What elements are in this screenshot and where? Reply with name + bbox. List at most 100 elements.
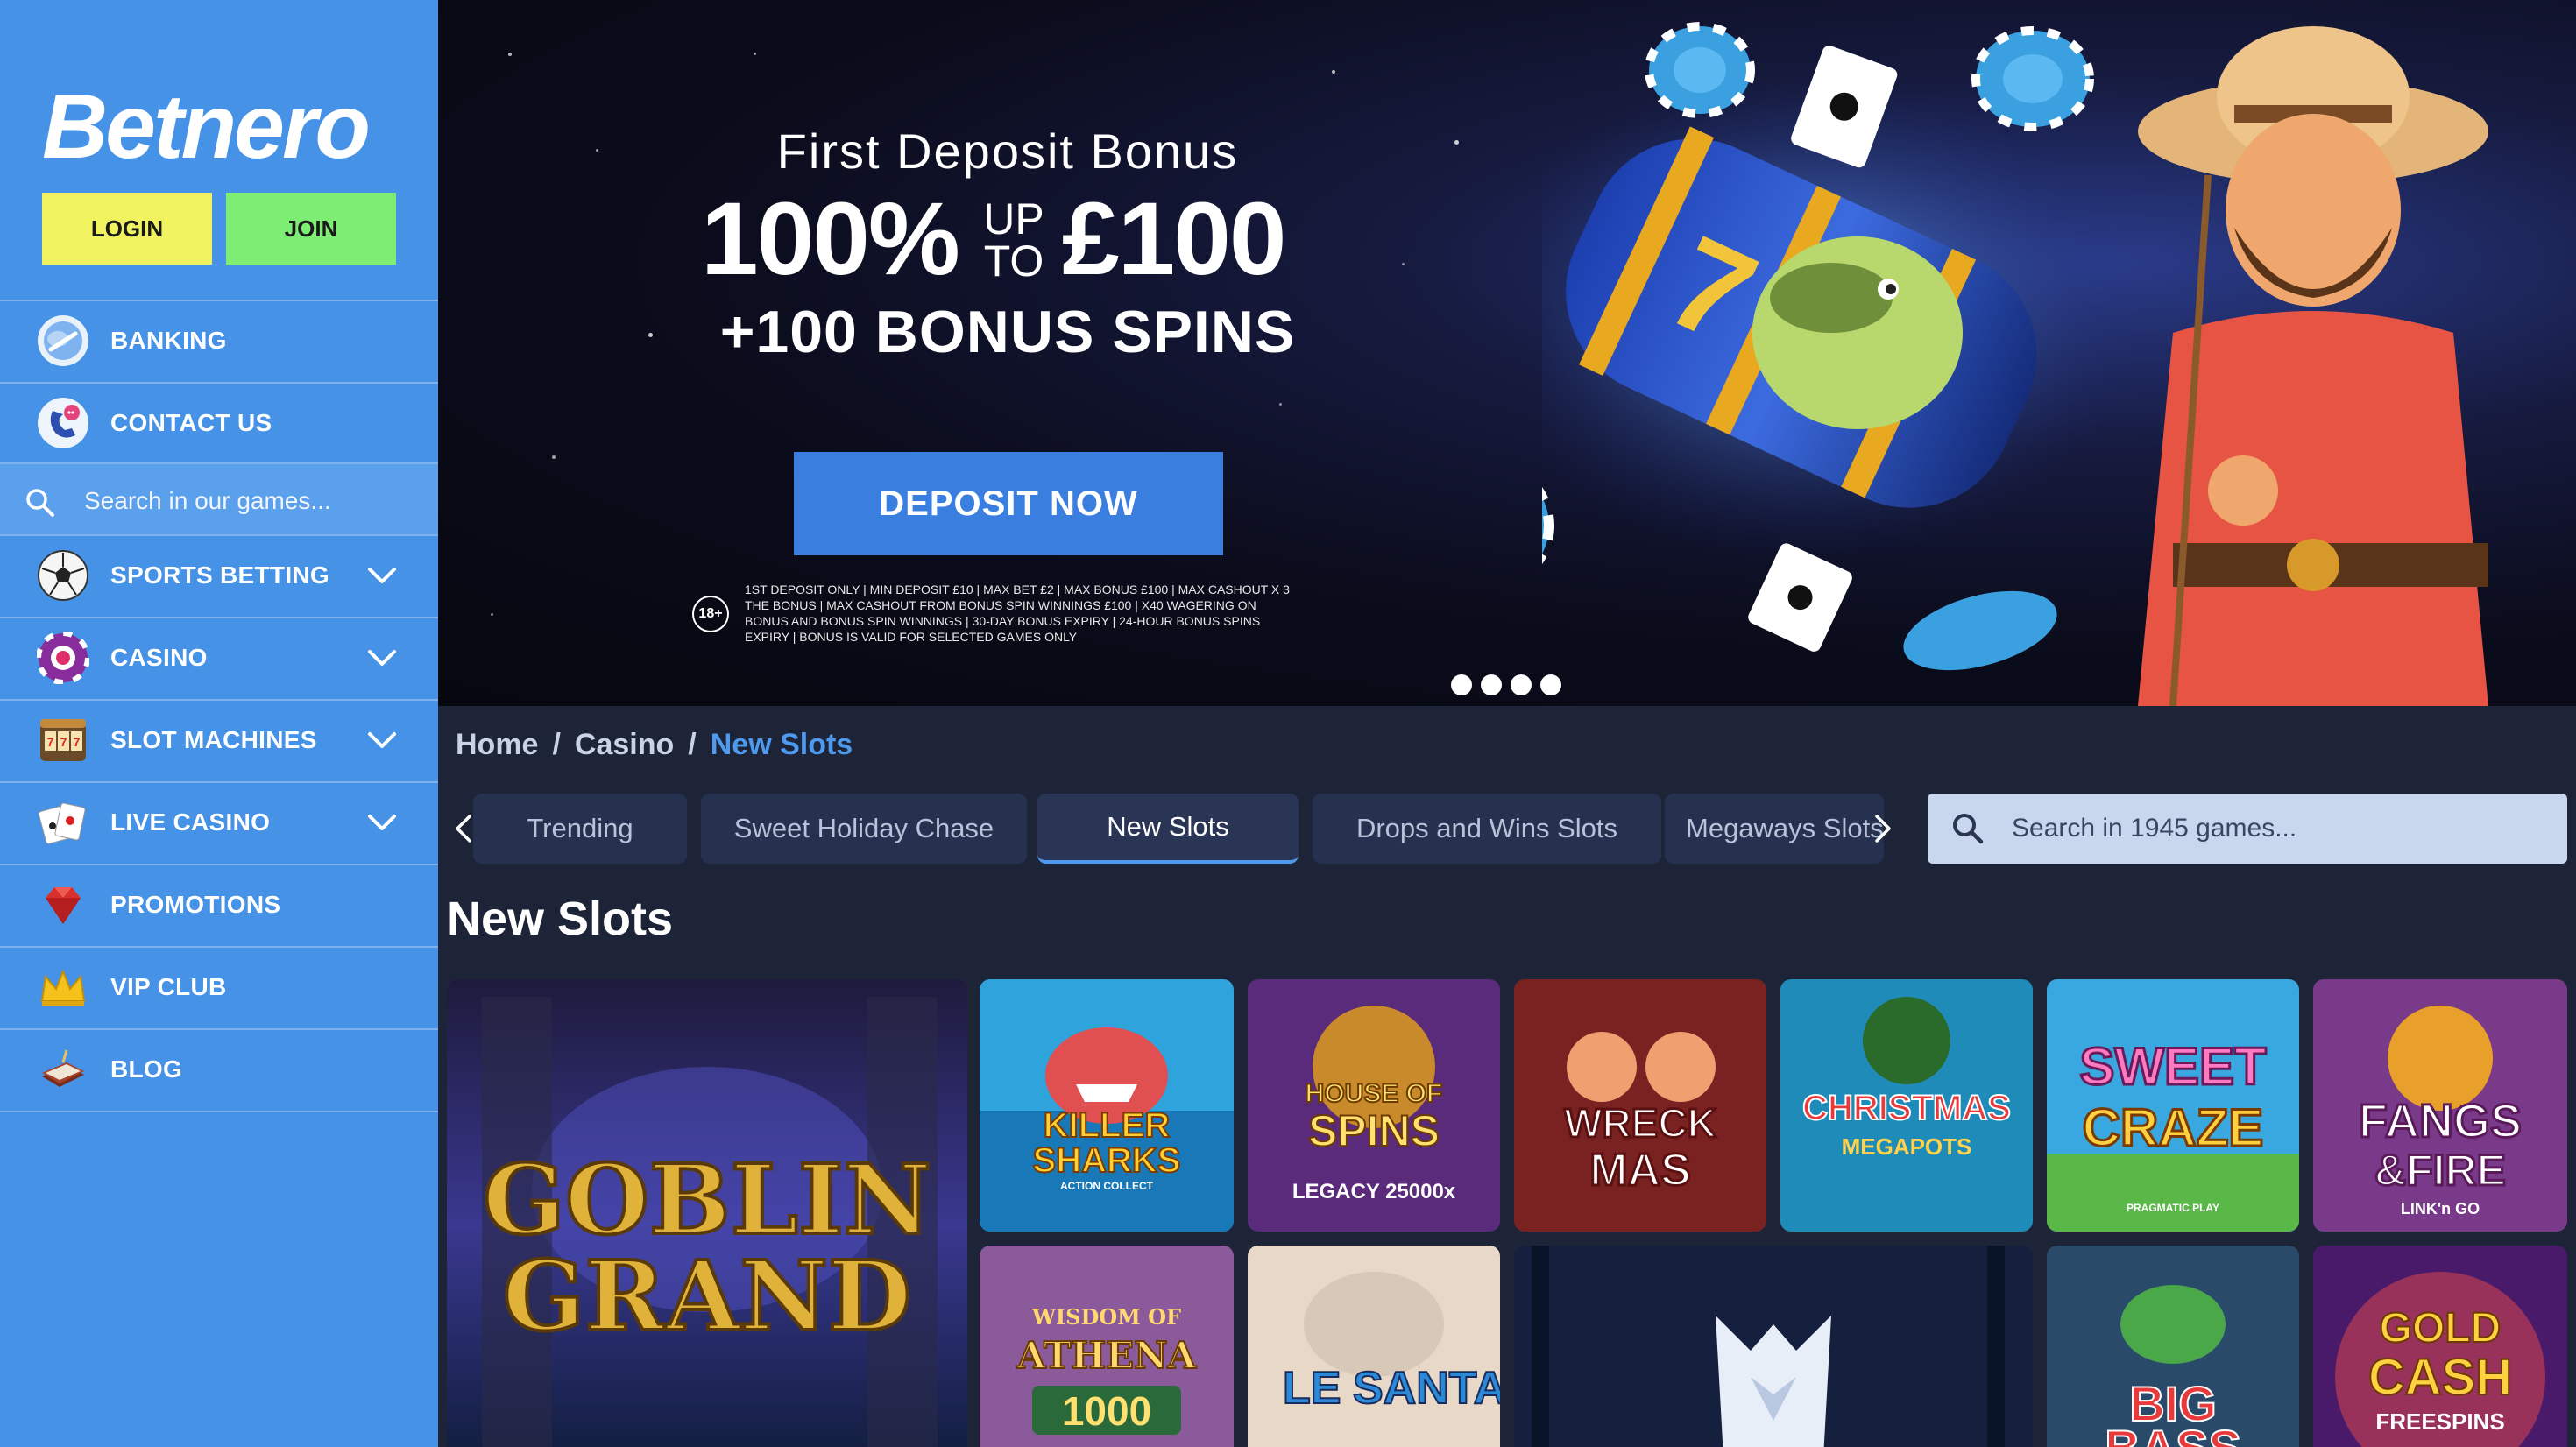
game-tile-sweet-craze[interactable]: SWEET CRAZE PRAGMATIC PLAY: [2047, 979, 2299, 1232]
banner-spins: +100 BONUS SPINS: [719, 299, 1296, 365]
sidebar-item-label: CONTACT US: [110, 409, 272, 436]
chevron-down-icon[interactable]: [364, 640, 400, 675]
game-title: &FIRE: [2374, 1146, 2506, 1195]
sidebar-item-vip-club[interactable]: VIP CLUB: [0, 946, 438, 1027]
search-icon: [26, 489, 54, 517]
game-tile-wisdom-of-athena[interactable]: WISDOM OF ATHENA 1000: [980, 1246, 1234, 1447]
sidebar-item-banking[interactable]: BANKING: [0, 300, 438, 380]
tab-sweet-holiday-chase[interactable]: Sweet Holiday Chase: [701, 794, 1027, 864]
sidebar-item-casino[interactable]: CASINO: [0, 617, 438, 697]
playing-cards-icon: [37, 796, 89, 849]
game-title: SPINS: [1308, 1106, 1440, 1155]
banner-artwork: 7: [1542, 22, 2488, 706]
join-button[interactable]: JOIN: [226, 193, 396, 265]
category-tabs: Trending Sweet Holiday Chase New Slots D…: [438, 794, 1900, 864]
game-tile-killer-sharks[interactable]: KILLER SHARKS ACTION COLLECT: [980, 979, 1234, 1232]
game-tile-big-bass[interactable]: BIG BASS: [2047, 1246, 2299, 1447]
sidebar-item-live-casino[interactable]: LIVE CASINO: [0, 781, 438, 862]
banner-up-to: UP TO: [974, 197, 1053, 283]
game-subtitle: LEGACY 25000x: [1292, 1180, 1456, 1203]
game-thumbnail: SWEET CRAZE PRAGMATIC PLAY: [2047, 979, 2299, 1232]
banner-percent: 100%: [701, 181, 960, 297]
game-title: LE: [1283, 1363, 1341, 1414]
game-title: GRAND: [503, 1239, 912, 1352]
sidebar-item-promotions[interactable]: PROMOTIONS: [0, 864, 438, 944]
diamond-icon: [37, 879, 89, 931]
banner-terms: 1ST DEPOSIT ONLY | MIN DEPOSIT £10 | MAX…: [745, 582, 1290, 644]
game-tile-gold-cash[interactable]: GOLD CASH FREESPINS: [2313, 1246, 2567, 1447]
tab-trending[interactable]: Trending: [473, 794, 687, 864]
game-title: SANTA: [1353, 1363, 1500, 1414]
game-tile-fangs-and-fire[interactable]: FANGS &FIRE LINK'n GO: [2313, 979, 2567, 1232]
game-thumbnail: CHRISTMAS MEGAPOTS: [1780, 979, 2033, 1232]
login-button[interactable]: LOGIN: [42, 193, 212, 265]
game-thumbnail: LE SANTA: [1248, 1246, 1500, 1447]
games-search-input[interactable]: [2012, 809, 2537, 848]
deposit-now-button[interactable]: DEPOSIT NOW: [794, 452, 1223, 555]
betnero-logo[interactable]: Betnero: [42, 76, 398, 178]
game-tile-wolf[interactable]: [1514, 1246, 2033, 1447]
sidebar-item-sports-betting[interactable]: SPORTS BETTING: [0, 534, 438, 615]
sidebar: Betnero LOGIN JOIN BANKING CONTACT US SP…: [0, 0, 438, 1447]
breadcrumb-casino[interactable]: Casino: [575, 728, 674, 762]
banner-subtitle: First Deposit Bonus: [776, 124, 1239, 179]
contact-icon: [37, 397, 89, 449]
game-tile-goblin-grand[interactable]: GOBLIN GRAND: [447, 979, 967, 1447]
chevron-down-icon[interactable]: [364, 805, 400, 840]
star-decoration: [754, 53, 756, 55]
sidebar-item-label: SLOT MACHINES: [110, 726, 317, 753]
star-decoration: [1332, 70, 1335, 74]
football-icon: [37, 549, 89, 602]
game-thumbnail: HOUSE OF SPINS LEGACY 25000x: [1248, 979, 1500, 1232]
slide-dot[interactable]: [1511, 674, 1532, 695]
tab-new-slots[interactable]: New Slots: [1037, 794, 1299, 864]
slide-dot[interactable]: [1481, 674, 1502, 695]
sidebar-item-slot-machines[interactable]: 777 SLOT MACHINES: [0, 699, 438, 780]
slide-indicators: [1451, 674, 1561, 695]
slide-dot[interactable]: [1540, 674, 1561, 695]
sidebar-item-contact-us[interactable]: CONTACT US: [0, 382, 438, 462]
game-tile-wreck-mas[interactable]: WRECK MAS: [1514, 979, 1766, 1232]
logo-text: Betnero: [42, 76, 371, 178]
game-subtitle: FREESPINS: [2375, 1408, 2504, 1435]
chevron-down-icon[interactable]: [364, 558, 400, 593]
game-thumbnail: FANGS &FIRE LINK'n GO: [2313, 979, 2567, 1232]
sidebar-item-label: PROMOTIONS: [110, 891, 281, 918]
game-tile-house-of-spins[interactable]: HOUSE OF SPINS LEGACY 25000x: [1248, 979, 1500, 1232]
tab-megaways-slots[interactable]: Megaways Slots: [1665, 794, 1884, 864]
chevron-down-icon[interactable]: [364, 723, 400, 758]
sidebar-item-label: BLOG: [110, 1055, 183, 1083]
sidebar-search-input[interactable]: [84, 482, 426, 520]
game-tile-christmas-megapots[interactable]: CHRISTMAS MEGAPOTS: [1780, 979, 2033, 1232]
sidebar-search: [0, 462, 438, 536]
breadcrumb-home[interactable]: Home: [456, 728, 538, 762]
star-decoration: [596, 149, 598, 152]
game-subtitle: 1000: [1062, 1388, 1151, 1434]
svg-text:7: 7: [74, 735, 81, 749]
svg-text:7: 7: [60, 735, 67, 749]
tab-drops-and-wins-slots[interactable]: Drops and Wins Slots: [1313, 794, 1661, 864]
sidebar-divider: [0, 1111, 438, 1112]
sidebar-item-label: CASINO: [110, 644, 208, 671]
casino-chip-icon: [37, 632, 89, 684]
svg-text:7: 7: [47, 735, 54, 749]
sidebar-item-blog[interactable]: BLOG: [0, 1028, 438, 1109]
game-title: CHRISTMAS: [1802, 1089, 2011, 1127]
banking-icon: [37, 314, 89, 367]
game-title: BASS: [2105, 1420, 2241, 1447]
banner-amount: £100: [1062, 181, 1287, 297]
game-title: FANGS: [2359, 1095, 2522, 1147]
breadcrumb-separator: /: [552, 727, 561, 761]
breadcrumb-separator: /: [688, 727, 697, 761]
game-thumbnail: KILLER SHARKS ACTION COLLECT: [980, 979, 1234, 1232]
slide-dot[interactable]: [1451, 674, 1472, 695]
star-decoration: [1279, 403, 1282, 406]
chevron-right-icon[interactable]: [1865, 811, 1900, 846]
game-title: GOLD: [2380, 1305, 2502, 1352]
game-tile-le-santa[interactable]: LE SANTA: [1248, 1246, 1500, 1447]
star-decoration: [491, 613, 493, 616]
game-thumbnail: WISDOM OF ATHENA 1000: [980, 1246, 1234, 1447]
promo-banner: First Deposit Bonus 100% UP TO £100 +100 …: [438, 0, 2576, 706]
star-decoration: [648, 333, 653, 337]
game-title: WRECK: [1564, 1100, 1716, 1146]
